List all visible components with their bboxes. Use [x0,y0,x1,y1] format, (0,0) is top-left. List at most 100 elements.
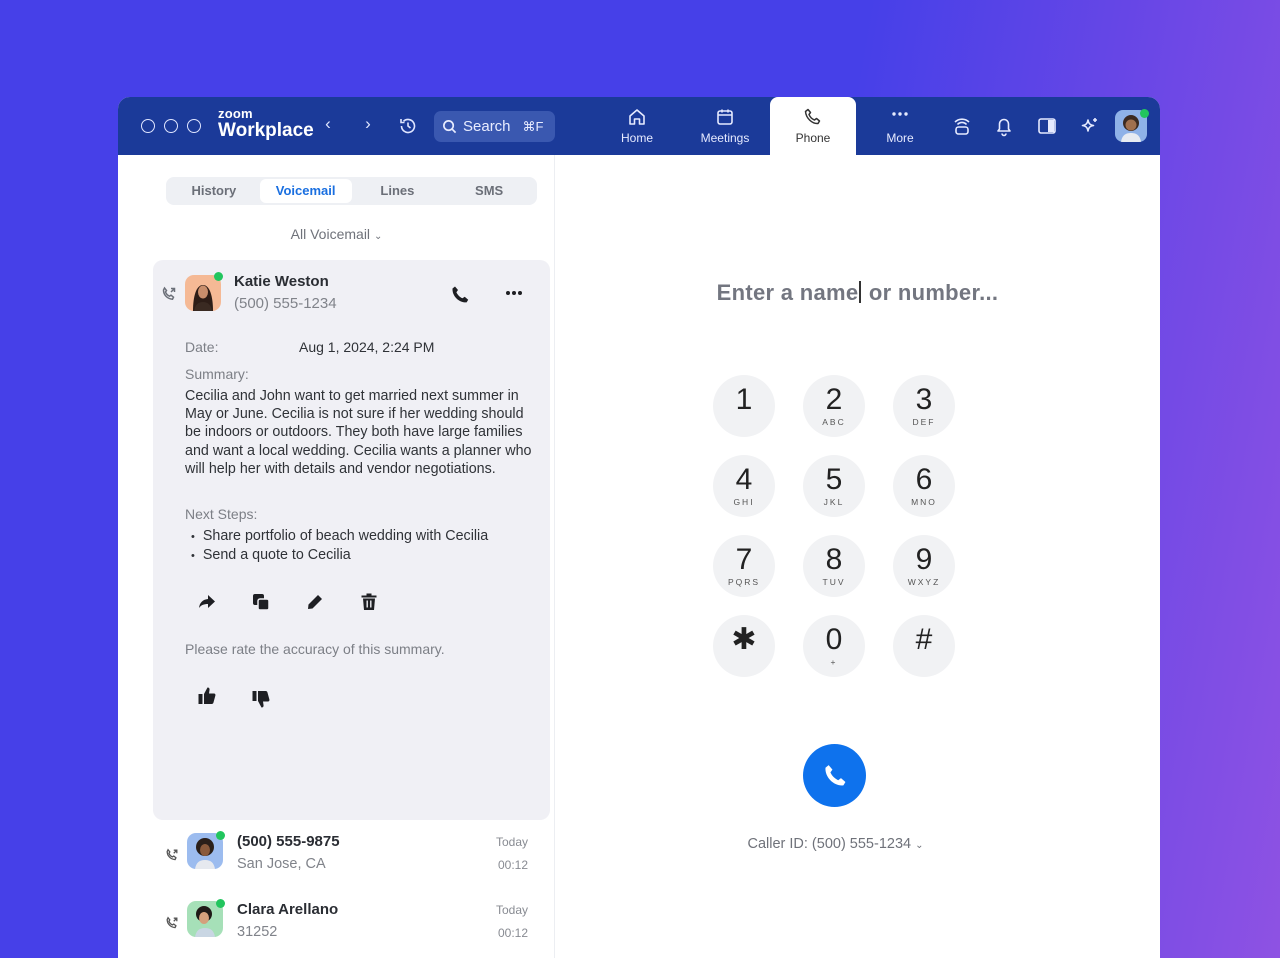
contact-online-status [214,272,223,281]
next-step-item: Send a quote to Cecilia [191,546,488,565]
trash-icon [361,593,377,610]
dial-input[interactable]: Enter a name or number... [555,280,1160,306]
history-icon [400,118,416,134]
dialer-panel: Enter a name or number... 1 2 ABC 3 DEF 4G… [555,155,1160,958]
tab-more-label: More [886,131,914,145]
segment-history[interactable]: History [168,179,260,203]
dial-key-9[interactable]: 9 WXYZ [893,535,955,597]
key-letters: MNO [911,497,937,507]
search-button[interactable]: Search ⌘F [434,111,555,142]
key-digit: 3 [915,383,933,416]
voicemail-detail-card[interactable]: Katie Weston (500) 555-1234 Date: Aug 1,… [153,260,550,820]
tab-more[interactable]: More [857,97,943,155]
phone-icon [824,764,845,785]
phone-icon [804,108,821,125]
key-letters: GHI [733,497,755,507]
panel-toggle-button[interactable] [1036,115,1058,137]
key-digit: 2 [825,383,843,416]
maximize-window-button[interactable] [187,119,201,133]
minimize-window-button[interactable] [164,119,178,133]
share-arrow-icon [199,595,215,608]
key-digit: 8 [825,543,843,576]
dial-key-2[interactable]: 2 ABC [803,375,865,437]
incoming-call-icon [165,916,179,935]
voicemail-list-item[interactable]: Clara Arellano 31252 Today 00:12 [153,898,550,958]
segment-sms[interactable]: SMS [443,179,535,203]
search-label: Search [463,118,511,135]
delete-button[interactable] [358,591,380,613]
dial-key-1[interactable]: 1 [713,375,775,437]
voicemail-list-item[interactable]: (500) 555-9875 San Jose, CA Today 00:12 [153,830,550,890]
more-dots-icon [892,112,908,116]
date-value: Aug 1, 2024, 2:24 PM [299,339,435,355]
user-online-status [1140,109,1149,118]
dial-key-3[interactable]: 3 DEF [893,375,955,437]
call-back-button[interactable] [449,284,471,306]
key-letters: PQRS [727,577,761,587]
next-steps-list: Share portfolio of beach wedding with Ce… [191,527,488,565]
key-digit: 0 [825,623,843,656]
summary-label: Summary: [185,366,249,382]
key-letters: JKL [823,497,845,507]
forward-button[interactable]: › [358,114,378,134]
dial-key-0[interactable]: 0 + [803,615,865,677]
tab-meetings[interactable]: Meetings [682,97,768,155]
key-digit: 6 [915,463,933,496]
copy-button[interactable] [250,591,272,613]
thumbs-down-button[interactable] [250,688,272,710]
key-digit: 7 [735,543,753,576]
dial-input-placeholder-start: Enter a name [716,280,859,305]
summary-text: Cecilia and John want to get married nex… [185,388,532,477]
chevron-down-icon: ⌄ [915,840,924,851]
voicemail-filter-dropdown[interactable]: All Voicemail ⌄ [118,226,555,242]
tab-phone[interactable]: Phone [770,97,856,155]
thumbs-up-button[interactable] [196,685,218,707]
caller-id-label: Caller ID: (500) 555-1234 [747,836,912,852]
back-button[interactable]: ‹ [318,114,338,134]
contact-online-status [216,899,225,908]
voicemail-panel: History Voicemail Lines SMS All Voicemai… [118,155,555,958]
share-button[interactable] [196,591,218,613]
caller-id-dropdown[interactable]: Caller ID: (500) 555-1234 ⌄ [555,836,1116,852]
key-digit: # [915,623,933,656]
dial-input-placeholder-end: or number... [862,280,999,305]
ai-companion-button[interactable] [1079,115,1101,137]
presence-device-button[interactable] [951,115,973,137]
dial-key-7[interactable]: 7 PQRS [713,535,775,597]
notifications-button[interactable] [993,115,1015,137]
contact-name: Katie Weston [234,273,329,290]
segment-voicemail[interactable]: Voicemail [259,179,352,203]
pencil-icon [308,595,322,609]
phone-icon [452,286,469,303]
tab-home[interactable]: Home [594,97,680,155]
key-digit: ✱ [731,623,757,656]
key-digit: 4 [735,463,753,496]
next-step-item: Share portfolio of beach wedding with Ce… [191,527,488,546]
app-logo: zoom Workplace [218,107,314,140]
tab-home-label: Home [620,131,653,145]
presence-device-icon [954,118,970,135]
dial-key-5[interactable]: 5 JKL [803,455,865,517]
dial-key-hash[interactable]: # [893,615,955,677]
dial-key-star[interactable]: ✱ [713,615,775,677]
tab-meetings-label: Meetings [700,131,750,145]
voicemail-date: Today [495,903,528,917]
edit-button[interactable] [304,591,326,613]
key-letters: + [830,657,838,667]
segment-lines[interactable]: Lines [352,179,444,203]
key-digit: 5 [825,463,843,496]
title-bar: zoom Workplace ‹ › Search ⌘F Home Meetin… [118,97,1160,155]
call-button[interactable] [803,744,866,807]
search-shortcut: ⌘F [522,118,544,134]
incoming-call-icon [165,848,179,867]
dial-key-8[interactable]: 8 TUV [803,535,865,597]
dial-key-4[interactable]: 4 GHI [713,455,775,517]
more-options-button[interactable] [503,282,525,304]
close-window-button[interactable] [141,119,155,133]
chevron-down-icon: ⌄ [373,231,383,242]
key-digit: 9 [915,543,933,576]
voicemail-subtitle: 31252 [237,924,278,940]
history-button[interactable] [398,116,418,141]
contact-online-status [216,831,225,840]
dial-key-6[interactable]: 6 MNO [893,455,955,517]
